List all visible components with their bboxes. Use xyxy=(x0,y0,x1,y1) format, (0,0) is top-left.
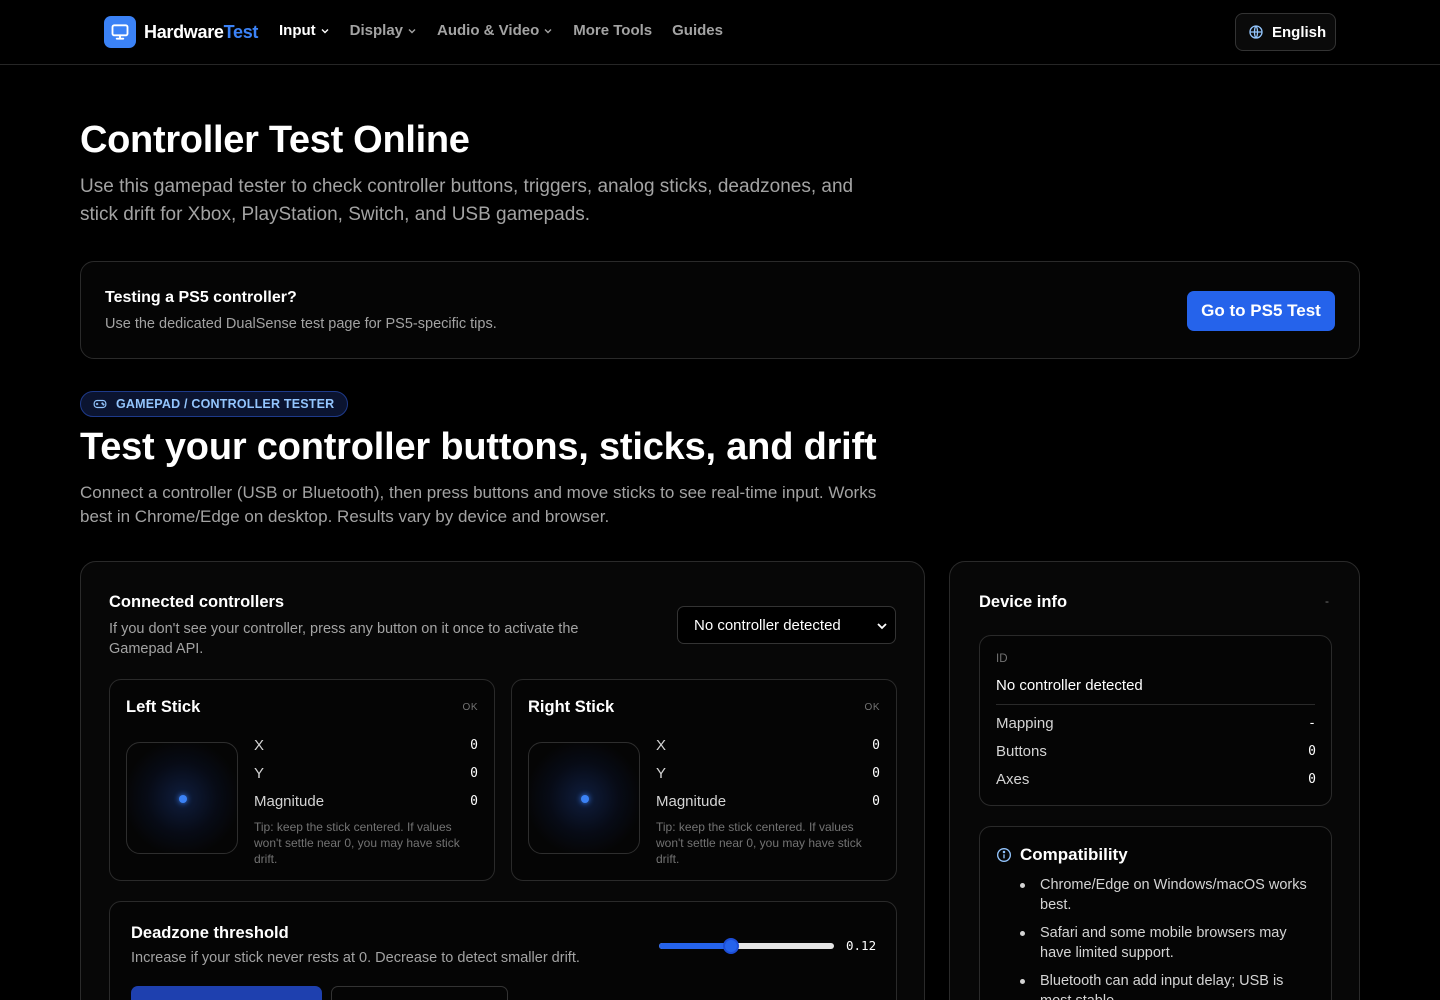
device-info-status: - xyxy=(1325,594,1329,608)
controller-panel: Connected controllers If you don't see y… xyxy=(80,561,925,1000)
page-intro: Use this gamepad tester to check control… xyxy=(80,176,854,225)
left-stick-status: OK xyxy=(462,702,478,713)
section-badge: GAMEPAD / CONTROLLER TESTER xyxy=(80,391,349,417)
device-id-label: ID xyxy=(996,653,1008,665)
nav-audio-video[interactable]: Audio & Video xyxy=(437,22,553,39)
right-stick-title: Right Stick xyxy=(528,698,615,716)
deadzone-value: 0.12 xyxy=(846,938,877,953)
nav-input[interactable]: Input xyxy=(279,22,330,39)
ps5-callout: Testing a PS5 controller? Use the dedica… xyxy=(80,261,1360,359)
compatibility-list: Chrome/Edge on Windows/macOS works best.… xyxy=(1020,875,1310,1000)
compatibility-card: Compatibility Chrome/Edge on Windows/mac… xyxy=(979,826,1332,1000)
list-item: Chrome/Edge on Windows/macOS works best. xyxy=(1020,875,1310,915)
gamepad-icon xyxy=(93,399,107,409)
tester-title: Test your controller buttons, sticks, an… xyxy=(80,426,877,468)
right-stick-card: Right Stick OK X0 Y0 Magnitude 0 Tip: kee… xyxy=(511,679,897,881)
right-stick-tip: Tip: keep the stick centered. If values … xyxy=(656,820,862,866)
globe-icon xyxy=(1249,25,1263,39)
top-navigation-bar: HardwareTest Input Display Audio & Video… xyxy=(0,0,1440,65)
nav-guides[interactable]: Guides xyxy=(672,22,723,39)
right-stick-y-row: Y0 xyxy=(656,764,880,782)
logo-text: HardwareTest xyxy=(144,21,259,42)
connected-controllers-title: Connected controllers xyxy=(109,593,285,611)
device-id-value: No controller detected xyxy=(996,677,1143,694)
right-stick-magnitude-row: Magnitude 0 xyxy=(656,792,880,810)
device-buttons-row: Buttons 0 xyxy=(996,742,1316,760)
language-label: English xyxy=(1272,23,1327,41)
ps5-callout-title: Testing a PS5 controller? xyxy=(105,289,297,306)
info-icon xyxy=(997,848,1011,862)
compatibility-title: Compatibility xyxy=(1020,845,1128,864)
main-nav: Input Display Audio & Video More Tools G… xyxy=(279,22,743,39)
deadzone-secondary-button[interactable] xyxy=(331,986,508,1000)
chevron-down-icon xyxy=(875,619,889,637)
right-stick-visualizer xyxy=(528,742,640,854)
device-axes-row: Axes 0 xyxy=(996,770,1316,788)
deadzone-card: Deadzone threshold Increase if your stic… xyxy=(109,901,897,1000)
right-stick-x-row: X0 xyxy=(656,736,880,754)
deadzone-title: Deadzone threshold xyxy=(131,924,289,942)
monitor-icon xyxy=(104,16,136,48)
left-stick-card: Left Stick OK X0 Y0 Magnitude 0 Tip: keep… xyxy=(109,679,495,881)
divider xyxy=(996,704,1315,705)
left-stick-title: Left Stick xyxy=(126,698,201,716)
left-stick-visualizer xyxy=(126,742,238,854)
right-stick-status: OK xyxy=(864,702,880,713)
connected-controllers-subtitle: If you don't see your controller, press … xyxy=(109,621,579,657)
language-selector[interactable]: English xyxy=(1235,13,1336,51)
site-logo[interactable]: HardwareTest xyxy=(104,16,258,48)
list-item: Safari and some mobile browsers may have… xyxy=(1020,923,1310,963)
left-stick-y-row: Y0 xyxy=(254,764,478,782)
deadzone-subtitle: Increase if your stick never rests at 0.… xyxy=(131,950,580,966)
device-info-title: Device info xyxy=(979,593,1068,611)
device-info-panel: Device info - ID No controller detected … xyxy=(949,561,1360,1000)
ps5-callout-subtitle: Use the dedicated DualSense test page fo… xyxy=(105,316,497,332)
left-stick-position-dot xyxy=(179,795,187,803)
deadzone-slider-fill xyxy=(659,943,731,949)
right-stick-position-dot xyxy=(581,795,589,803)
left-stick-magnitude-row: Magnitude 0 xyxy=(254,792,478,810)
list-item: Bluetooth can add input delay; USB is mo… xyxy=(1020,971,1310,1000)
controller-select[interactable]: No controller detected xyxy=(677,606,896,644)
tester-intro: Connect a controller (USB or Bluetooth),… xyxy=(80,483,877,526)
go-to-ps5-test-button[interactable]: Go to PS5 Test xyxy=(1187,291,1335,331)
left-stick-x-row: X0 xyxy=(254,736,478,754)
nav-more-tools[interactable]: More Tools xyxy=(573,22,652,39)
chevron-down-icon xyxy=(407,26,417,36)
deadzone-primary-button[interactable] xyxy=(131,986,322,1000)
page-title: Controller Test Online xyxy=(80,119,470,161)
device-mapping-row: Mapping - xyxy=(996,714,1316,732)
deadzone-slider-thumb[interactable] xyxy=(722,938,739,954)
left-stick-tip: Tip: keep the stick centered. If values … xyxy=(254,820,460,866)
deadzone-slider[interactable] xyxy=(659,938,834,954)
chevron-down-icon xyxy=(320,26,330,36)
chevron-down-icon xyxy=(543,26,553,36)
device-details: ID No controller detected Mapping - Butto… xyxy=(979,635,1332,806)
nav-display[interactable]: Display xyxy=(350,22,417,39)
